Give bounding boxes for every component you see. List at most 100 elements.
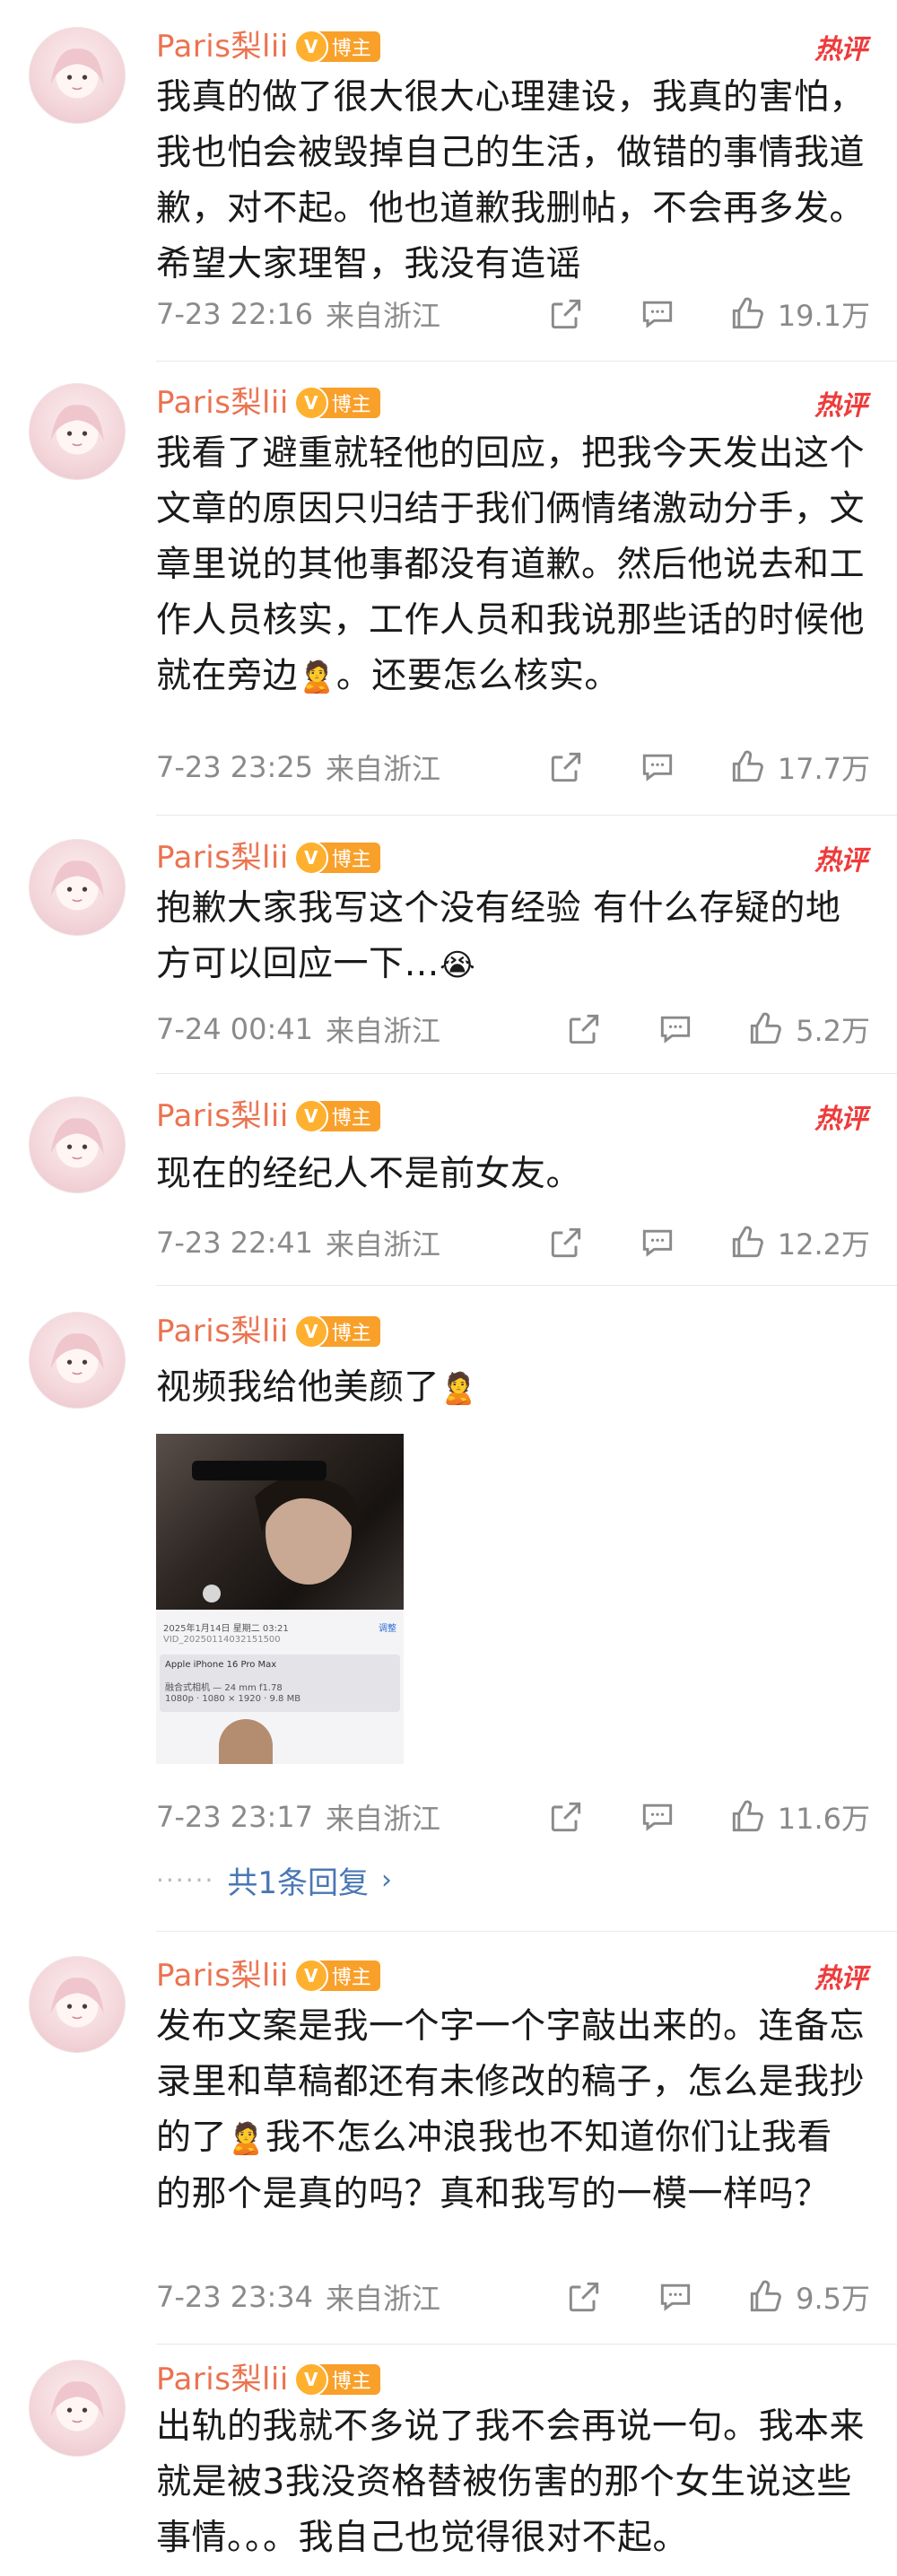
avatar[interactable] (29, 839, 126, 936)
thumbs-up-icon (732, 1800, 763, 1832)
comment-text: 现在的经纪人不是前女友。 (156, 1154, 582, 1194)
share-button[interactable] (564, 2277, 604, 2317)
comment-icon (660, 1016, 691, 1043)
hot-comment-tag: 热评 (814, 1963, 867, 1995)
comment-icon (642, 1229, 672, 1257)
emoji-icon: 😭 (440, 947, 476, 983)
username[interactable]: Paris梨lii (156, 1310, 289, 1353)
thumbs-up-icon (732, 297, 763, 329)
username[interactable]: Paris梨lii (156, 1095, 289, 1138)
chevron-right-icon: › (381, 1864, 393, 1896)
comment-time: 7-23 23:34 (156, 2280, 314, 2314)
like-count: 19.1万 (777, 299, 870, 333)
share-icon (551, 1227, 580, 1258)
share-button[interactable] (564, 1009, 604, 1049)
comment-actions: 5.2万 (564, 1009, 870, 1050)
hot-comment-tag: 热评 (814, 34, 867, 65)
share-button[interactable] (546, 294, 586, 334)
username-row: Paris梨lii V 博主 (156, 1310, 380, 1353)
comment-location: 来自浙江 (326, 299, 441, 333)
dots-icon: ······ (156, 1864, 215, 1895)
comment-location: 来自浙江 (326, 2282, 441, 2316)
avatar[interactable] (29, 1096, 126, 1193)
emoji-icon: 🙎 (227, 2121, 266, 2157)
share-icon (551, 1802, 580, 1832)
comment-time: 7-23 22:16 (156, 297, 314, 331)
vip-icon: V (293, 1314, 328, 1349)
blogger-badge: V 博主 (293, 30, 380, 64)
reply-button[interactable] (638, 1797, 677, 1837)
comment-actions: 11.6万 (546, 1796, 870, 1838)
thumbs-up-icon (750, 2280, 782, 2312)
divider (156, 1931, 897, 1932)
comment-meta: 7-23 22:41 来自浙江 12.2万 (156, 1220, 870, 1265)
username-row: Paris梨lii V 博主 (156, 1095, 380, 1138)
avatar[interactable] (29, 383, 126, 480)
reply-button[interactable] (656, 1009, 695, 1049)
like-button[interactable]: 19.1万 (727, 293, 870, 335)
comment-actions: 17.7万 (546, 747, 870, 788)
share-button[interactable] (546, 747, 586, 787)
vip-icon: V (293, 1099, 328, 1133)
username[interactable]: Paris梨lii (156, 836, 289, 879)
comment-text: 抱歉大家我写这个没有经验 有什么存疑的地方可以回应一下…😭 (156, 881, 865, 993)
comment-text: 我看了避重就轻他的回应，把我今天发出这个文章的原因只归结于我们俩情绪激动分手，文… (156, 426, 865, 705)
comment-icon (642, 1803, 672, 1831)
share-icon (551, 299, 580, 329)
comment-location: 来自浙江 (326, 752, 441, 786)
blogger-badge: V 博主 (293, 1959, 380, 1993)
divider (156, 2344, 897, 2345)
emoji-icon: 🙎 (298, 659, 336, 695)
vip-icon: V (293, 30, 328, 64)
avatar[interactable] (29, 27, 126, 124)
username-row: Paris梨lii V 博主 (156, 381, 380, 424)
comment-actions: 9.5万 (564, 2276, 870, 2318)
username-row: Paris梨lii V 博主 (156, 836, 380, 879)
divider (156, 1073, 897, 1074)
divider (156, 1285, 897, 1286)
view-replies-link[interactable]: ······ 共1条回复 › (156, 1857, 392, 1902)
comment-text: 我真的做了很大很大心理建设，我真的害怕，我也怕会被毁掉自己的生活，做错的事情我道… (156, 77, 866, 284)
comment-meta: 7-23 22:16 来自浙江 19.1万 (156, 292, 870, 336)
reply-button[interactable] (638, 747, 677, 787)
comment-time: 7-24 00:41 (156, 1012, 314, 1046)
thumbs-up-icon (750, 1012, 782, 1044)
username[interactable]: Paris梨lii (156, 381, 289, 424)
avatar[interactable] (29, 1956, 126, 2053)
reply-button[interactable] (656, 2277, 695, 2317)
comment-meta: 7-23 23:25 来自浙江 17.7万 (156, 745, 870, 790)
like-button[interactable]: 5.2万 (745, 1009, 870, 1050)
like-button[interactable]: 9.5万 (745, 2276, 870, 2318)
like-button[interactable]: 11.6万 (727, 1796, 870, 1838)
like-button[interactable]: 12.2万 (727, 1222, 870, 1263)
username[interactable]: Paris梨lii (156, 2358, 289, 2401)
comment-meta: 7-23 23:17 来自浙江 11.6万 (156, 1794, 870, 1839)
like-count: 11.6万 (777, 1802, 870, 1836)
comment-text: 视频我给他美颜了🙎 (156, 1360, 865, 1417)
hot-comment-tag: 热评 (814, 390, 867, 422)
comment-image[interactable]: 2025年1月14日 星期二 03:21 调整 VID_202501140321… (156, 1434, 404, 1764)
reply-button[interactable] (638, 294, 677, 334)
avatar[interactable] (29, 2360, 126, 2457)
comment-time: 7-23 23:17 (156, 1800, 314, 1834)
like-button[interactable]: 17.7万 (727, 747, 870, 788)
comment-meta: 7-24 00:41 来自浙江 5.2万 (156, 1007, 870, 1052)
like-count: 9.5万 (796, 2282, 870, 2316)
username[interactable]: Paris梨lii (156, 25, 289, 68)
comment-actions: 12.2万 (546, 1222, 870, 1263)
share-button[interactable] (546, 1223, 586, 1262)
reply-button[interactable] (638, 1223, 677, 1262)
blogger-badge: V 博主 (293, 841, 380, 875)
vip-icon: V (293, 841, 328, 875)
share-button[interactable] (546, 1797, 586, 1837)
avatar[interactable] (29, 1312, 126, 1409)
comment-location: 来自浙江 (326, 1227, 441, 1262)
blogger-badge: V 博主 (293, 1099, 380, 1133)
share-icon (569, 2282, 599, 2312)
username[interactable]: Paris梨lii (156, 1954, 289, 1997)
username-row: Paris梨lii V 博主 (156, 2358, 380, 2401)
thumbs-up-icon (732, 750, 763, 782)
divider (156, 815, 897, 816)
comment-actions: 19.1万 (546, 293, 870, 335)
vip-icon: V (293, 386, 328, 420)
